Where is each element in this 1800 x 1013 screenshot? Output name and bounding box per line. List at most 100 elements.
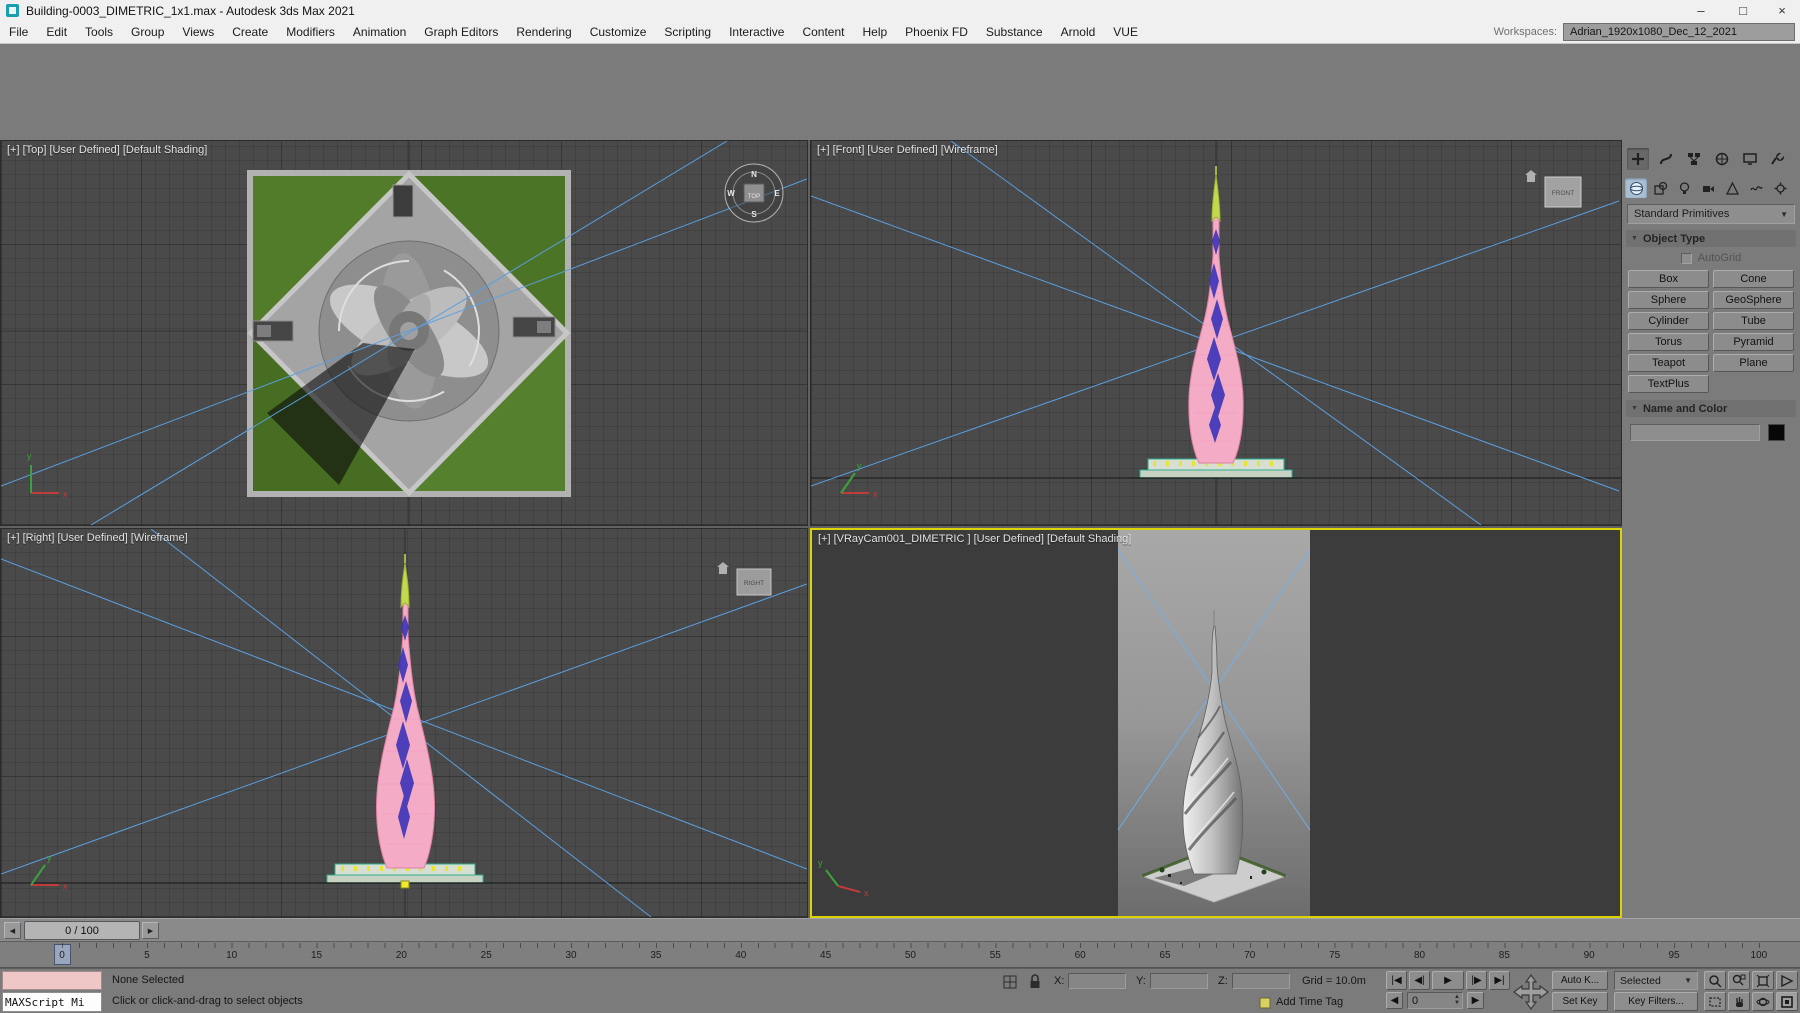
torus-button[interactable]: Torus	[1628, 333, 1709, 351]
menu-help[interactable]: Help	[853, 22, 896, 42]
view-compass[interactable]: TOP N E S W	[724, 163, 784, 223]
workspace-dropdown[interactable]: Adrian_1920x1080_Dec_12_2021	[1563, 23, 1795, 41]
close-button[interactable]: ×	[1764, 0, 1800, 21]
frame-spinner[interactable]: ▲ ▼	[1454, 994, 1460, 1006]
menu-interactive[interactable]: Interactive	[720, 22, 793, 42]
y-coordinate-field[interactable]	[1150, 973, 1208, 989]
time-slider-next-button[interactable]: ▶	[142, 922, 159, 939]
rollout-object-type[interactable]: ▼ Object Type	[1626, 230, 1796, 247]
maximize-button[interactable]: □	[1722, 0, 1764, 21]
key-filters-button[interactable]: Key Filters...	[1614, 992, 1698, 1011]
transform-typein-mode-icon[interactable]	[1002, 974, 1018, 990]
object-name-field[interactable]	[1630, 424, 1760, 441]
selection-lock-icon[interactable]	[1028, 973, 1042, 990]
menu-tools[interactable]: Tools	[76, 22, 122, 42]
menu-modifiers[interactable]: Modifiers	[277, 22, 344, 42]
pan-view-icon[interactable]	[1728, 992, 1750, 1011]
orbit-icon[interactable]	[1752, 992, 1774, 1011]
tab-display[interactable]	[1739, 148, 1761, 170]
menu-phoenix-fd[interactable]: Phoenix FD	[896, 22, 977, 42]
viewport-camera[interactable]: x y [+] [VRayCam001_DIMETRIC ] [User Def…	[810, 528, 1622, 918]
viewcube-home-icon[interactable]	[1525, 170, 1537, 182]
tab-create[interactable]	[1627, 148, 1649, 170]
time-slider-bar[interactable]: ◀ 0 / 100 ▶	[0, 918, 1800, 942]
compass-north[interactable]: N	[751, 170, 757, 179]
viewport-label[interactable]: [+] [Right] [User Defined] [Wireframe]	[7, 532, 188, 544]
tab-modify[interactable]	[1655, 148, 1677, 170]
menu-arnold[interactable]: Arnold	[1052, 22, 1105, 42]
frame-back-button[interactable]: ◀	[1386, 992, 1403, 1009]
go-to-end-button[interactable]: ▶|	[1489, 971, 1510, 990]
compass-south[interactable]: S	[751, 210, 757, 219]
pyramid-button[interactable]: Pyramid	[1713, 333, 1794, 351]
menu-views[interactable]: Views	[173, 22, 223, 42]
z-coordinate-field[interactable]	[1232, 973, 1290, 989]
maxscript-macro-recorder[interactable]	[2, 971, 102, 990]
menu-rendering[interactable]: Rendering	[507, 22, 580, 42]
zoom-all-icon[interactable]	[1728, 971, 1750, 990]
tab-hierarchy[interactable]	[1683, 148, 1705, 170]
time-slider-handle[interactable]: 0 / 100	[24, 921, 140, 940]
rollout-name-and-color[interactable]: ▼ Name and Color	[1626, 400, 1796, 417]
zoom-icon[interactable]	[1704, 971, 1726, 990]
menu-vue[interactable]: VUE	[1104, 22, 1147, 42]
viewcube-home-icon[interactable]	[717, 562, 729, 574]
viewport-label[interactable]: [+] [Top] [User Defined] [Default Shadin…	[7, 144, 207, 156]
viewcube[interactable]: RIGHT	[717, 562, 772, 596]
field-of-view-icon[interactable]	[1776, 971, 1798, 990]
go-to-start-button[interactable]: |◀	[1386, 971, 1407, 990]
frame-forward-button[interactable]: ▶	[1467, 992, 1484, 1009]
object-color-swatch[interactable]	[1768, 424, 1785, 441]
category-lights[interactable]	[1673, 178, 1695, 198]
maxscript-mini-listener[interactable]: MAXScript Mi	[2, 992, 102, 1012]
key-filter-dropdown[interactable]: Selected ▼	[1614, 971, 1698, 990]
track-bar[interactable]: 0 5 10 15 20 25 30 35 40 45 50 55 60 65 …	[0, 942, 1800, 968]
zoom-region-icon[interactable]	[1704, 992, 1726, 1011]
add-time-tag-label[interactable]: Add Time Tag	[1276, 996, 1343, 1008]
maximize-viewport-toggle[interactable]	[1776, 992, 1798, 1011]
tower-wireframe[interactable]	[1188, 166, 1244, 464]
current-frame-field[interactable]: 0 ▲ ▼	[1407, 992, 1463, 1009]
viewport-right[interactable]: RIGHT x y [+] [Right] [User Defined] [Wi…	[0, 528, 808, 918]
minimize-button[interactable]: –	[1680, 0, 1722, 21]
category-shapes[interactable]	[1649, 178, 1671, 198]
time-slider-prev-button[interactable]: ◀	[4, 922, 21, 939]
tube-button[interactable]: Tube	[1713, 312, 1794, 330]
set-key-button[interactable]: Set Key	[1552, 992, 1608, 1011]
viewport-label[interactable]: [+] [Front] [User Defined] [Wireframe]	[817, 144, 998, 156]
viewcube[interactable]: FRONT	[1525, 170, 1582, 208]
category-spacewarps[interactable]	[1745, 178, 1767, 198]
menu-content[interactable]: Content	[793, 22, 853, 42]
tab-motion[interactable]	[1711, 148, 1733, 170]
viewport-top[interactable]: TOP N E S W x y [+] [Top] [User Defined]…	[0, 140, 808, 526]
category-geometry[interactable]	[1625, 178, 1647, 198]
viewport-front[interactable]: FRONT x y [+] [Front] [User Defined] [Wi…	[810, 140, 1622, 526]
menu-scripting[interactable]: Scripting	[655, 22, 720, 42]
autogrid-checkbox[interactable]	[1680, 252, 1692, 264]
cone-button[interactable]: Cone	[1713, 270, 1794, 288]
add-time-tag-icon[interactable]	[1258, 996, 1272, 1010]
textplus-button[interactable]: TextPlus	[1628, 375, 1709, 393]
menu-animation[interactable]: Animation	[344, 22, 415, 42]
geosphere-button[interactable]: GeoSphere	[1713, 291, 1794, 309]
viewport-label[interactable]: [+] [VRayCam001_DIMETRIC ] [User Defined…	[818, 533, 1131, 545]
teapot-button[interactable]: Teapot	[1628, 354, 1709, 372]
play-button[interactable]: ▶	[1432, 971, 1464, 990]
box-button[interactable]: Box	[1628, 270, 1709, 288]
viewcube-top-face[interactable]: TOP	[748, 194, 760, 200]
compass-east[interactable]: E	[774, 189, 780, 198]
menu-file[interactable]: File	[0, 22, 37, 42]
auto-key-button[interactable]: Auto K...	[1552, 971, 1608, 990]
menu-create[interactable]: Create	[223, 22, 277, 42]
menu-substance[interactable]: Substance	[977, 22, 1052, 42]
sphere-button[interactable]: Sphere	[1628, 291, 1709, 309]
x-coordinate-field[interactable]	[1068, 973, 1126, 989]
menu-graph-editors[interactable]: Graph Editors	[415, 22, 507, 42]
zoom-extents-icon[interactable]	[1752, 971, 1774, 990]
menu-customize[interactable]: Customize	[581, 22, 656, 42]
menu-edit[interactable]: Edit	[37, 22, 76, 42]
menu-group[interactable]: Group	[122, 22, 173, 42]
cylinder-button[interactable]: Cylinder	[1628, 312, 1709, 330]
compass-west[interactable]: W	[727, 189, 735, 198]
category-systems[interactable]	[1769, 178, 1791, 198]
